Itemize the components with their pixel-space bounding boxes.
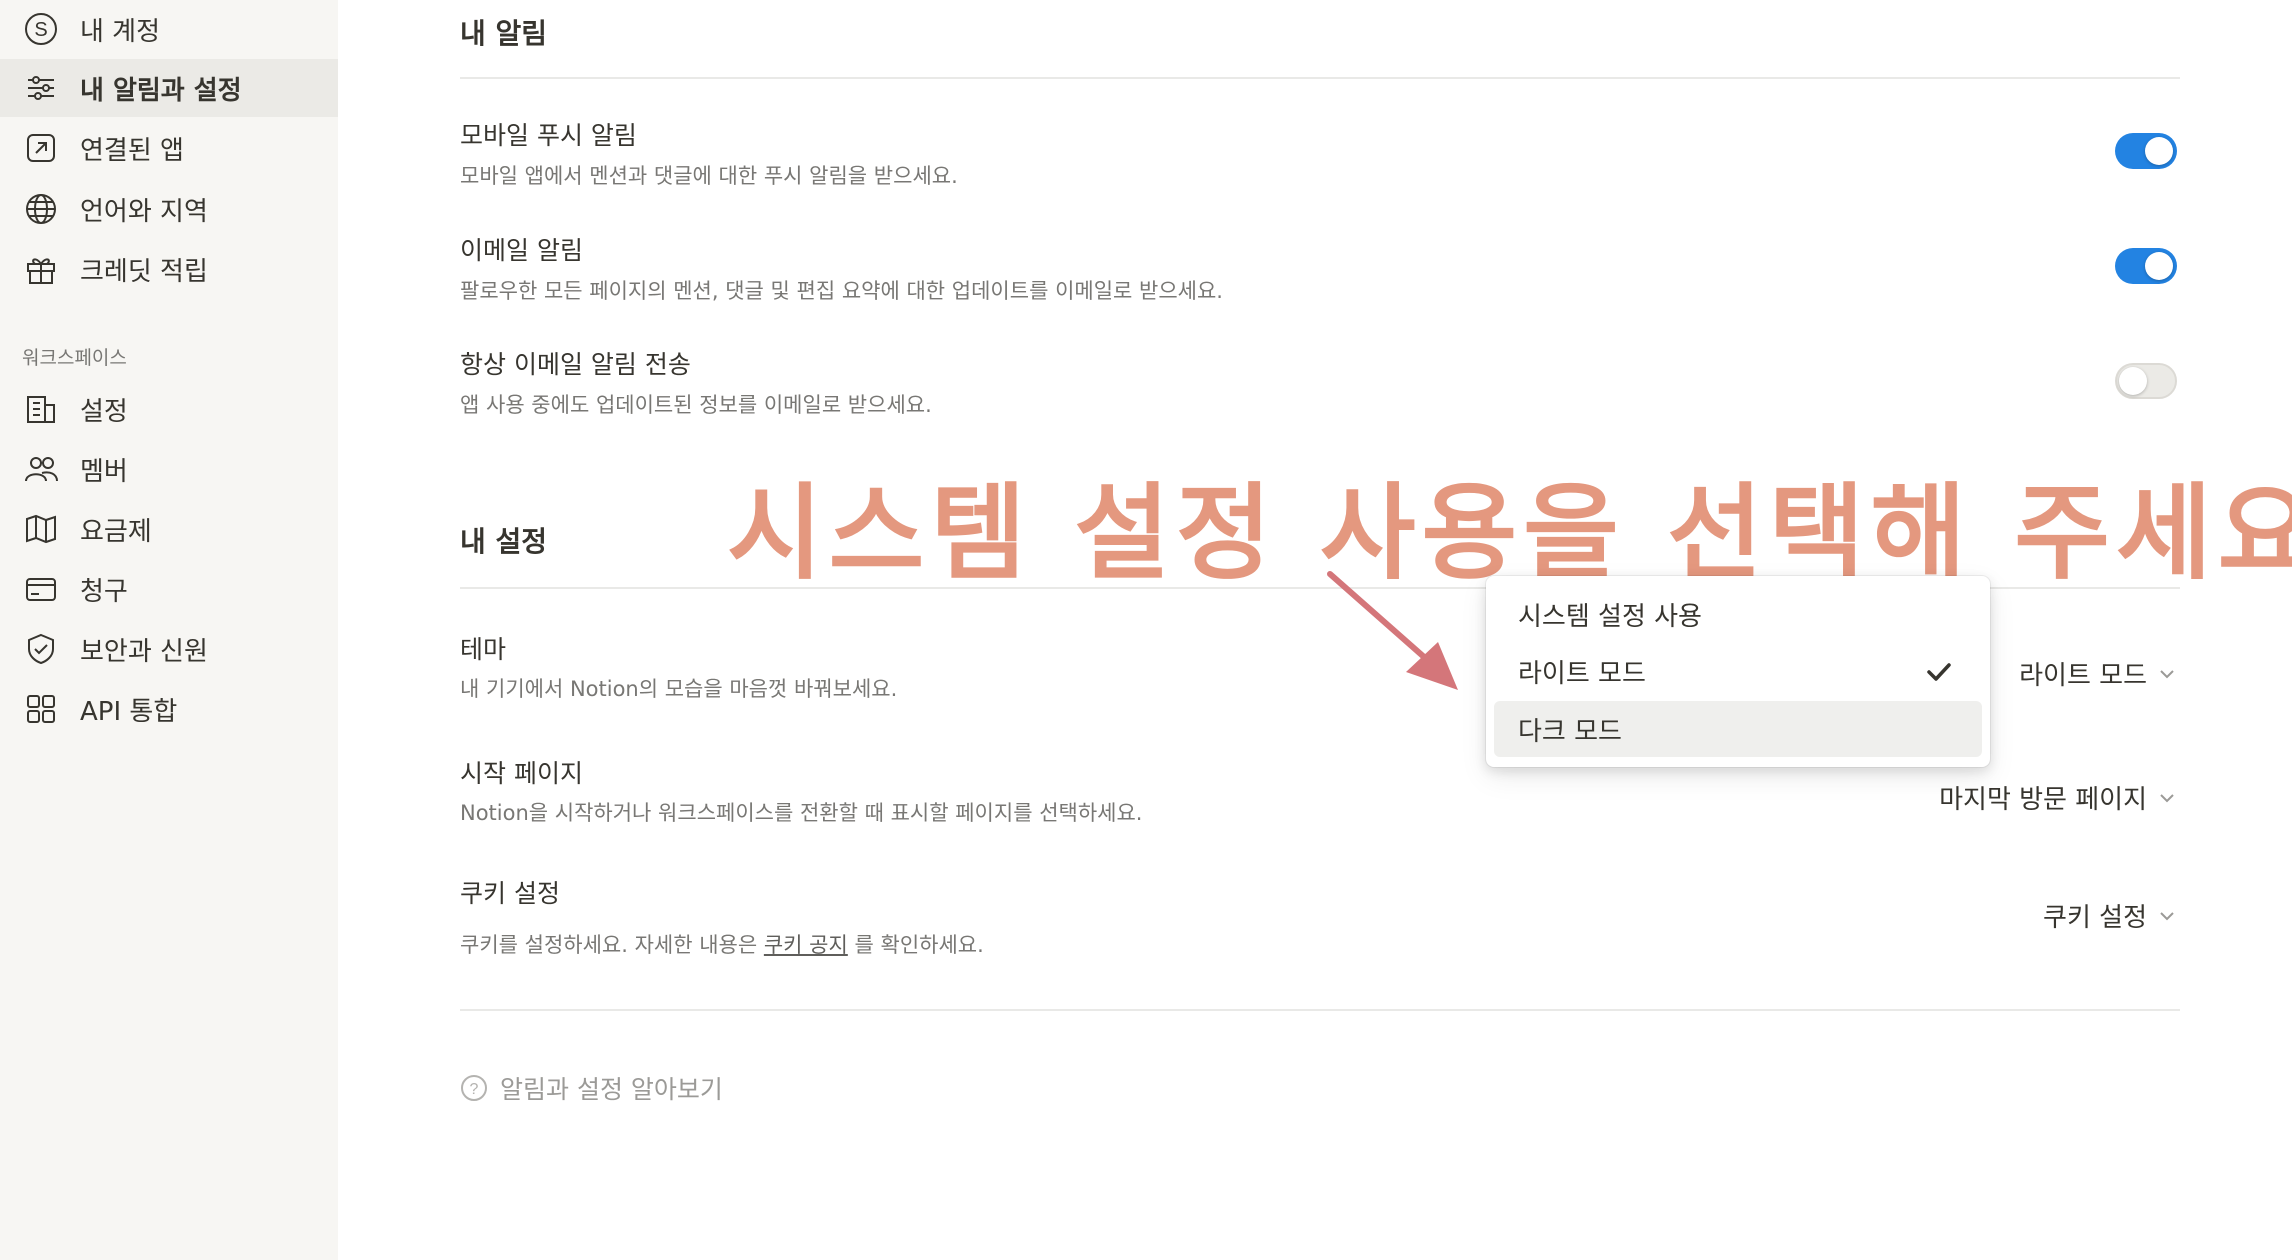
theme-option-label: 시스템 설정 사용 [1518, 601, 1702, 632]
mobile-push-desc: 모바일 앱에서 멘션과 댓글에 대한 푸시 알림을 받으세요. [460, 164, 958, 188]
map-icon [22, 510, 60, 548]
chevron-down-icon [2160, 793, 2174, 802]
cookie-settings-desc: 쿠키를 설정하세요. 자세한 내용은 쿠키 공지 를 확인하세요. [460, 929, 984, 959]
start-page-title: 시작 페이지 [460, 759, 583, 788]
sliders-icon [22, 69, 60, 107]
mobile-push-toggle[interactable] [2115, 133, 2177, 169]
email-notification-desc: 팔로우한 모든 페이지의 멘션, 댓글 및 편집 요약에 대한 업데이트를 이메… [460, 279, 1223, 303]
theme-option-light[interactable]: 라이트 모드 [1494, 643, 1982, 699]
theme-select-value: 라이트 모드 [2019, 661, 2147, 691]
email-notification-toggle[interactable] [2115, 248, 2177, 284]
theme-title: 테마 [460, 635, 507, 664]
theme-option-label: 다크 모드 [1518, 716, 1622, 747]
toggle-knob [2119, 367, 2147, 395]
sidebar-item-label: 내 계정 [80, 16, 161, 47]
theme-option-system[interactable]: 시스템 설정 사용 [1494, 586, 1982, 642]
sidebar-item-connected-apps[interactable]: 연결된 앱 [0, 119, 338, 177]
grid-icon [22, 690, 60, 728]
settings-sidebar: S 내 계정 내 알림과 설정 연결된 앱 언어와 지역 크레딧 적립 워크스페… [0, 0, 338, 1260]
theme-option-dark[interactable]: 다크 모드 [1494, 701, 1982, 757]
cookie-desc-text: 쿠키를 설정하세요. 자세한 내용은 [460, 933, 764, 957]
sidebar-item-security-identity[interactable]: 보안과 신원 [0, 620, 338, 678]
people-icon [22, 450, 60, 488]
checkmark-icon [1927, 663, 1951, 681]
sidebar-item-label: 내 알림과 설정 [80, 75, 242, 106]
sidebar-item-label: 연결된 앱 [80, 135, 184, 166]
cookie-notice-link[interactable]: 쿠키 공지 [764, 933, 848, 957]
start-page-select[interactable]: 마지막 방문 페이지 [1939, 779, 2177, 816]
cookie-settings-select-value: 쿠키 설정 [2043, 903, 2147, 933]
start-page-select-value: 마지막 방문 페이지 [1939, 785, 2147, 815]
gift-icon [22, 250, 60, 288]
sidebar-item-credits[interactable]: 크레딧 적립 [0, 240, 338, 298]
section-divider [460, 1009, 2180, 1011]
mobile-push-title: 모바일 푸시 알림 [460, 121, 637, 150]
sidebar-item-label: 요금제 [80, 516, 152, 547]
theme-select[interactable]: 라이트 모드 [2019, 655, 2177, 692]
sidebar-item-label: API 통합 [80, 696, 178, 727]
globe-icon [22, 190, 60, 228]
shield-check-icon [22, 630, 60, 668]
sidebar-item-api-integrations[interactable]: API 통합 [0, 680, 338, 738]
sidebar-item-label: 설정 [80, 396, 128, 427]
theme-option-label: 라이트 모드 [1518, 658, 1646, 689]
my-settings-section-title: 내 설정 [460, 525, 548, 558]
toggle-knob [2145, 252, 2173, 280]
email-notification-title: 이메일 알림 [460, 236, 583, 265]
sidebar-item-plans[interactable]: 요금제 [0, 500, 338, 558]
chevron-down-icon [2160, 669, 2174, 678]
start-page-desc: Notion을 시작하거나 워크스페이스를 전환할 때 표시할 페이지를 선택하… [460, 801, 1143, 825]
sidebar-item-label: 청구 [80, 576, 128, 607]
help-link[interactable]: ? 알림과 설정 알아보기 [460, 1070, 723, 1106]
svg-text:?: ? [470, 1081, 479, 1098]
sidebar-item-notifications-settings[interactable]: 내 알림과 설정 [0, 59, 338, 117]
toggle-knob [2145, 137, 2173, 165]
cookie-settings-select[interactable]: 쿠키 설정 [2043, 897, 2177, 934]
sidebar-item-my-account[interactable]: S 내 계정 [0, 0, 338, 58]
theme-dropdown-menu: 시스템 설정 사용 라이트 모드 다크 모드 [1486, 576, 1990, 767]
always-email-desc: 앱 사용 중에도 업데이트된 정보를 이메일로 받으세요. [460, 393, 932, 417]
cookie-desc-text: 를 확인하세요. [847, 933, 984, 957]
sidebar-item-members[interactable]: 멤버 [0, 440, 338, 498]
sidebar-item-workspace-settings[interactable]: 설정 [0, 380, 338, 438]
section-divider [460, 77, 2180, 79]
annotation-arrow-icon [1327, 571, 1458, 690]
external-link-icon [22, 129, 60, 167]
sidebar-item-label: 크레딧 적립 [80, 256, 208, 287]
account-s-icon: S [22, 10, 60, 48]
sidebar-item-label: 보안과 신원 [80, 636, 208, 667]
always-email-toggle[interactable] [2115, 363, 2177, 399]
question-circle-icon: ? [461, 1075, 487, 1101]
credit-card-icon [22, 570, 60, 608]
sidebar-item-language-region[interactable]: 언어와 지역 [0, 180, 338, 238]
always-email-title: 항상 이메일 알림 전송 [460, 350, 691, 379]
workspace-section-label: 워크스페이스 [22, 347, 127, 369]
notifications-section-title: 내 알림 [460, 17, 548, 50]
theme-desc: 내 기기에서 Notion의 모습을 마음껏 바꿔보세요. [460, 677, 898, 701]
sidebar-item-billing[interactable]: 청구 [0, 560, 338, 618]
help-link-label: 알림과 설정 알아보기 [500, 1075, 723, 1104]
svg-text:S: S [34, 19, 47, 41]
chevron-down-icon [2160, 911, 2174, 920]
sidebar-item-label: 멤버 [80, 456, 128, 487]
building-icon [22, 390, 60, 428]
sidebar-item-label: 언어와 지역 [80, 196, 208, 227]
cookie-settings-title: 쿠키 설정 [460, 879, 560, 908]
